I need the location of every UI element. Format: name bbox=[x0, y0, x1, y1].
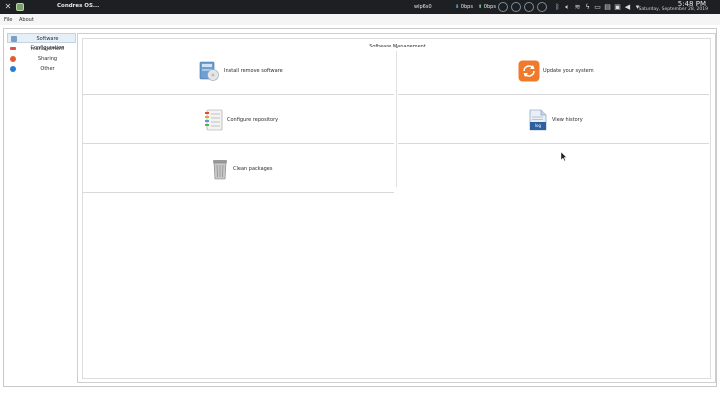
download-speed-value: 0bps bbox=[460, 4, 473, 10]
column-divider bbox=[396, 51, 397, 187]
log-file-icon: log bbox=[527, 109, 549, 131]
battery-icon[interactable]: ▭ bbox=[593, 2, 602, 12]
configure-repository-button[interactable]: Configure repository bbox=[83, 96, 394, 144]
view-history-button[interactable]: log View history bbox=[398, 96, 709, 144]
sharing-icon bbox=[10, 56, 16, 62]
download-arrow-icon: ⬇ bbox=[455, 4, 460, 10]
wifi-icon[interactable]: ≋ bbox=[573, 2, 582, 12]
tile-label: Clean packages bbox=[233, 166, 273, 172]
tile-label: Install remove software bbox=[224, 68, 283, 74]
sidebar-item-configuration[interactable]: Configuration bbox=[7, 43, 76, 53]
network-interface-name: wlp6s0 bbox=[414, 4, 432, 10]
cpu-monitor-icon[interactable] bbox=[498, 2, 508, 12]
update-your-system-button[interactable]: Update your system bbox=[398, 47, 709, 95]
clock-date: Saturday, September 28, 2019 bbox=[638, 7, 708, 12]
sidebar-item-label: Configuration bbox=[30, 45, 65, 51]
notifications-icon[interactable]: ▣ bbox=[613, 2, 622, 12]
tile-label: Update your system bbox=[543, 68, 594, 74]
menu-file[interactable]: File bbox=[4, 17, 12, 23]
mouse-cursor-icon bbox=[561, 152, 567, 161]
log-file-icon-text: log bbox=[534, 123, 542, 128]
application-menu-icon[interactable]: ✕ bbox=[3, 2, 13, 12]
install-remove-software-button[interactable]: Install remove software bbox=[83, 47, 394, 95]
package-icon bbox=[11, 36, 17, 42]
sidebar-item-software-management[interactable]: Software management bbox=[7, 33, 76, 52]
upload-arrow-icon: ⬆ bbox=[478, 4, 483, 10]
main-panel: Software Management Install remove softw… bbox=[77, 33, 716, 383]
configure-repository-icon bbox=[203, 109, 225, 131]
sidebar-item-label: Other bbox=[40, 66, 55, 72]
active-window-title[interactable]: Condres OS... bbox=[57, 3, 99, 9]
menu-about[interactable]: About bbox=[19, 17, 34, 23]
disk-monitor-icon[interactable] bbox=[537, 2, 547, 12]
speaker-icon[interactable]: ◀ bbox=[623, 2, 632, 12]
volume-icon[interactable]: 🔈︎ bbox=[563, 2, 572, 12]
memory-monitor-icon[interactable] bbox=[511, 2, 521, 12]
top-panel: ✕ Condres OS... wlp6s0 ⬇ 0bps ⬆ 0bps ᛒ 🔈… bbox=[0, 0, 720, 14]
clipboard-icon[interactable]: ▤ bbox=[603, 2, 612, 12]
sidebar-item-other[interactable]: Other bbox=[7, 64, 76, 74]
other-icon bbox=[10, 66, 16, 72]
software-management-panel: Software Management Install remove softw… bbox=[82, 38, 711, 379]
sidebar-item-sharing[interactable]: Sharing bbox=[7, 54, 76, 64]
install-software-icon bbox=[198, 60, 220, 82]
bluetooth-icon[interactable]: ᛒ bbox=[553, 2, 562, 12]
tile-label: Configure repository bbox=[227, 117, 279, 123]
update-system-icon bbox=[518, 60, 540, 82]
download-speed: ⬇ 0bps bbox=[455, 4, 473, 10]
upload-speed-value: 0bps bbox=[483, 4, 496, 10]
clean-packages-button[interactable]: Clean packages bbox=[83, 145, 394, 193]
tile-label: View history bbox=[552, 117, 583, 123]
menubar: File About bbox=[0, 14, 720, 25]
sidebar-item-label: Sharing bbox=[37, 56, 58, 62]
battery-charge-icon[interactable]: ϟ bbox=[583, 2, 592, 12]
upload-speed: ⬆ 0bps bbox=[478, 4, 496, 10]
trash-bin-icon bbox=[209, 158, 231, 180]
swap-monitor-icon[interactable] bbox=[524, 2, 534, 12]
sidebar: Software management Configuration Sharin… bbox=[7, 33, 76, 383]
terminal-task-icon[interactable] bbox=[16, 3, 24, 11]
configuration-icon bbox=[10, 47, 16, 50]
